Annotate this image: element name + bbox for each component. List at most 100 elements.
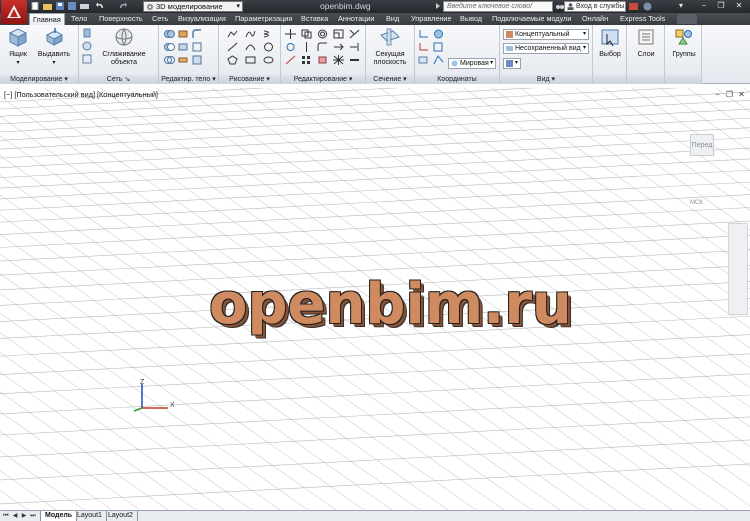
slice-icon[interactable] bbox=[178, 42, 189, 52]
extrude-button[interactable]: Выдавить ▾ bbox=[36, 27, 72, 67]
panel-title-mesh[interactable]: Сеть ↘ bbox=[79, 75, 158, 84]
close-icon[interactable]: ✕ bbox=[734, 1, 744, 11]
spline-icon[interactable] bbox=[245, 29, 256, 39]
selection-button[interactable]: Выбор bbox=[596, 27, 624, 59]
viewport-close-icon[interactable]: ✕ bbox=[737, 90, 746, 99]
mirror3d-icon[interactable] bbox=[301, 42, 312, 52]
rectangle-icon[interactable] bbox=[245, 55, 256, 65]
viewcube-front-face[interactable]: Перед bbox=[690, 134, 714, 156]
tab-manage[interactable]: Управление bbox=[411, 13, 452, 25]
visual-style-dropdown[interactable]: Концептуальный ▾ bbox=[503, 29, 589, 40]
wcs-menu[interactable]: МСК bbox=[690, 200, 703, 206]
tab-mesh[interactable]: Сеть bbox=[152, 13, 168, 25]
align-icon[interactable] bbox=[285, 55, 296, 65]
redo-icon[interactable] bbox=[118, 2, 127, 10]
move-icon[interactable] bbox=[285, 29, 296, 39]
join-icon[interactable] bbox=[349, 55, 360, 65]
viewcube[interactable]: Перед bbox=[684, 132, 718, 162]
panel-title-coordinates[interactable]: Координаты bbox=[415, 75, 499, 84]
next-layout-icon[interactable]: ▶ bbox=[20, 512, 28, 520]
intersect-icon[interactable] bbox=[164, 55, 175, 65]
offset-icon[interactable] bbox=[317, 29, 328, 39]
tab-solid[interactable]: Тело bbox=[71, 13, 87, 25]
polyline-icon[interactable] bbox=[227, 29, 238, 39]
ucs-world-icon[interactable] bbox=[433, 29, 444, 39]
rotate3d-icon[interactable] bbox=[285, 42, 296, 52]
mesh-smooth-icon[interactable] bbox=[82, 41, 93, 51]
viewport-controls-label[interactable]: [−] [Пользовательский вид] [Концептуальн… bbox=[4, 90, 158, 99]
smooth-object-button[interactable]: Сглаживание объекта bbox=[95, 27, 153, 67]
ribbon-minimize-button[interactable] bbox=[677, 14, 697, 24]
navigation-bar[interactable] bbox=[728, 223, 748, 315]
array-icon[interactable] bbox=[301, 55, 312, 65]
search-input[interactable]: Введите ключевое слово/фразу bbox=[443, 1, 553, 19]
union-icon[interactable] bbox=[164, 29, 175, 39]
signin-field[interactable]: Вход в службы bbox=[564, 1, 626, 12]
tab-render[interactable]: Визуализация bbox=[178, 13, 226, 25]
interfere-icon[interactable] bbox=[178, 29, 189, 39]
layout-tab-model[interactable]: Модель bbox=[40, 511, 78, 521]
first-layout-icon[interactable]: ⏮ bbox=[2, 512, 10, 520]
layers-button[interactable]: Слои bbox=[632, 27, 660, 59]
stretch-icon[interactable] bbox=[333, 42, 344, 52]
tab-insert[interactable]: Вставка bbox=[301, 13, 328, 25]
restore-icon[interactable]: ❐ bbox=[716, 1, 726, 11]
panel-title-section[interactable]: Сечение ▾ bbox=[366, 75, 414, 84]
tab-parametric[interactable]: Параметризация bbox=[235, 13, 292, 25]
application-menu-button[interactable] bbox=[1, 0, 27, 24]
drawing-viewport[interactable]: [−] [Пользовательский вид] [Концептуальн… bbox=[0, 88, 750, 510]
ucs-3point-icon[interactable] bbox=[433, 55, 444, 65]
fillet-icon[interactable] bbox=[317, 42, 328, 52]
mesh-primitive-icon[interactable] bbox=[82, 28, 93, 38]
panel-title-modeling[interactable]: Моделирование ▾ bbox=[0, 75, 78, 84]
help-icon[interactable] bbox=[643, 2, 652, 11]
viewport-config-dropdown[interactable]: ▾ bbox=[503, 58, 521, 69]
tab-plugins[interactable]: Подключаемые модули bbox=[492, 13, 572, 25]
plot-icon[interactable] bbox=[80, 2, 89, 10]
saved-view-dropdown[interactable]: Несохраненный вид ▾ bbox=[503, 43, 589, 54]
tab-annotate[interactable]: Аннотации bbox=[338, 13, 374, 25]
viewport-minimize-icon[interactable]: − bbox=[713, 90, 722, 99]
trim-icon[interactable] bbox=[349, 29, 360, 39]
erase-icon[interactable] bbox=[317, 55, 328, 65]
new-file-icon[interactable] bbox=[31, 2, 40, 10]
prev-layout-icon[interactable]: ◀ bbox=[11, 512, 19, 520]
tab-home[interactable]: Главная bbox=[29, 13, 65, 25]
minimize-icon[interactable]: − bbox=[699, 1, 709, 11]
save-icon[interactable] bbox=[56, 2, 65, 10]
circle-icon[interactable] bbox=[263, 42, 274, 52]
box-button[interactable]: Ящик ▾ bbox=[4, 27, 32, 67]
shell-icon[interactable] bbox=[192, 55, 203, 65]
search-expand-icon[interactable] bbox=[436, 3, 440, 9]
panel-title-view[interactable]: Вид ▾ bbox=[500, 75, 592, 84]
ucs-named-dropdown[interactable]: Мировая ▾ bbox=[448, 58, 496, 69]
viewport-restore-icon[interactable]: ❐ bbox=[725, 90, 734, 99]
copy-icon[interactable] bbox=[301, 29, 312, 39]
last-layout-icon[interactable]: ⏭ bbox=[29, 512, 37, 520]
exchange-icon[interactable] bbox=[629, 2, 638, 11]
tab-surface[interactable]: Поверхность bbox=[99, 13, 143, 25]
extract-edges-icon[interactable] bbox=[192, 42, 203, 52]
mesh-refine-icon[interactable] bbox=[82, 54, 93, 64]
arc-icon[interactable] bbox=[245, 42, 256, 52]
tab-online[interactable]: Онлайн bbox=[582, 13, 608, 25]
line-icon[interactable] bbox=[227, 42, 238, 52]
ucs-origin-icon[interactable] bbox=[418, 42, 429, 52]
ellipse-icon[interactable] bbox=[263, 55, 274, 65]
groups-button[interactable]: Группы bbox=[669, 27, 699, 59]
layout-tab-layout2[interactable]: Layout2 bbox=[104, 511, 138, 521]
explode-icon[interactable] bbox=[333, 55, 344, 65]
extend-icon[interactable] bbox=[349, 42, 360, 52]
panel-title-draw[interactable]: Рисование ▾ bbox=[219, 75, 280, 84]
panel-title-modify[interactable]: Редактирование ▾ bbox=[281, 75, 365, 84]
subtract-icon[interactable] bbox=[164, 42, 175, 52]
thicken-icon[interactable] bbox=[178, 55, 189, 65]
ucs-view-icon[interactable] bbox=[433, 42, 444, 52]
helix-icon[interactable] bbox=[263, 29, 274, 39]
polygon-icon[interactable] bbox=[227, 55, 238, 65]
open-file-icon[interactable] bbox=[43, 2, 52, 10]
section-plane-button[interactable]: Секущая плоскость bbox=[369, 27, 411, 67]
workspace-dropdown[interactable]: 3D моделирование ▾ bbox=[143, 1, 243, 12]
layout-tab-layout1[interactable]: Layout1 bbox=[73, 511, 107, 521]
help-dropdown-icon[interactable]: ▾ bbox=[676, 1, 686, 11]
